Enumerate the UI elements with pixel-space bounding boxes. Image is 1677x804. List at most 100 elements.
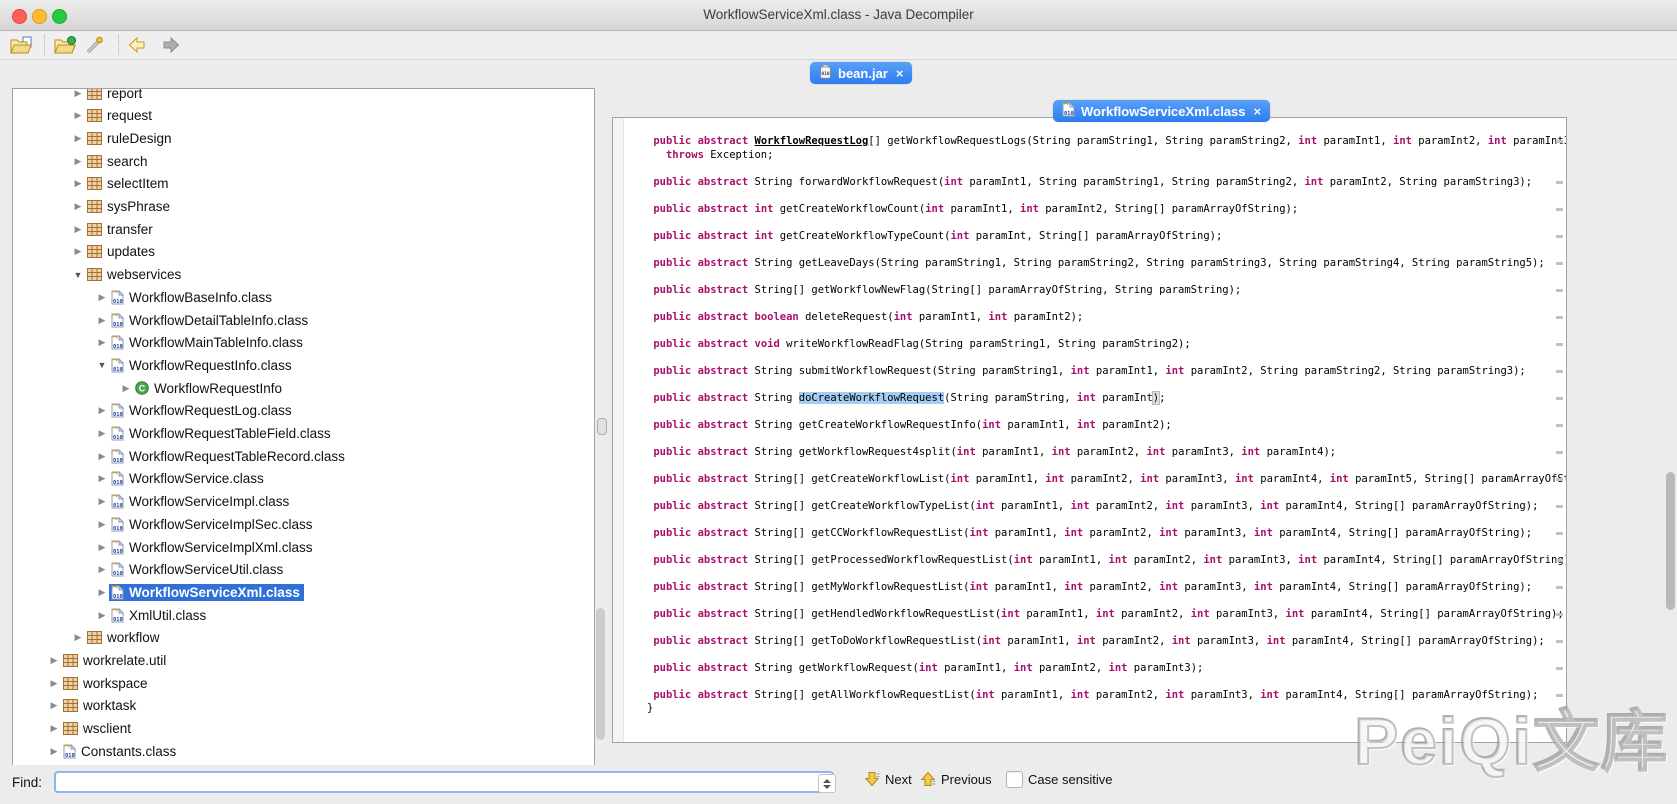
tree-item[interactable]: ▶010WorkflowRequestTableField.class [95, 423, 335, 445]
find-input[interactable] [54, 771, 834, 793]
chevron-right-icon[interactable]: ▶ [71, 224, 85, 235]
code-scrollbar[interactable] [596, 608, 605, 740]
tree-item[interactable]: ▶transfer [71, 218, 157, 240]
package-explorer[interactable]: ▶ report ▶request▶ruleDesign▶search▶select… [12, 88, 595, 767]
chevron-right-icon[interactable]: ▶ [47, 746, 61, 757]
package-icon [63, 722, 78, 735]
tree-item[interactable]: ▶workspace [47, 672, 152, 694]
tab-bean-jar[interactable]: 010 bean.jar × [810, 62, 912, 84]
tree-scrollbar[interactable] [1666, 472, 1675, 610]
tree-item[interactable]: ▶010WorkflowMainTableInfo.class [95, 332, 307, 354]
tree-item[interactable]: ▶010WorkflowServiceUtil.class [95, 559, 287, 581]
chevron-right-icon[interactable]: ▶ [47, 700, 61, 711]
tree-item[interactable]: ▶workflow [71, 627, 164, 649]
code-line [647, 621, 1567, 635]
chevron-right-icon[interactable]: ▶ [71, 156, 85, 167]
tree-item[interactable]: ▶010WorkflowServiceImpl.class [95, 491, 293, 513]
tree-item[interactable]: ▼ webservices [71, 264, 185, 286]
tree-item-label: webservices [107, 267, 181, 282]
code-line: public abstract String[] getAllWorkflowR… [647, 689, 1567, 703]
tree-item-label: report [107, 88, 142, 101]
splitter-handle[interactable] [597, 418, 607, 435]
code-line [647, 405, 1567, 419]
tree-item[interactable]: ▶worktask [47, 695, 140, 717]
chevron-right-icon[interactable]: ▶ [95, 451, 109, 462]
chevron-right-icon[interactable]: ▶ [71, 88, 85, 99]
tree-item[interactable]: ▶010Constants.class [47, 740, 180, 762]
chevron-right-icon[interactable]: ▶ [95, 564, 109, 575]
tree-item[interactable]: ▶010XmlUtil.class [95, 604, 210, 626]
chevron-right-icon[interactable]: ▶ [95, 337, 109, 348]
overview-ruler-mark [1556, 316, 1563, 319]
case-sensitive-option[interactable]: Case sensitive [1006, 771, 1113, 788]
tree-item[interactable]: ▶010WorkflowServiceImplSec.class [95, 513, 317, 535]
close-icon[interactable]: × [1254, 104, 1262, 119]
chevron-right-icon[interactable]: ▶ [95, 315, 109, 326]
chevron-right-icon[interactable]: ▶ [95, 292, 109, 303]
tree-item[interactable]: ▶010WorkflowServiceImplXml.class [95, 536, 317, 558]
tree-item[interactable]: ▶wsclient [47, 718, 135, 740]
tree-item[interactable]: ▶010WorkflowDetailTableInfo.class [95, 309, 312, 331]
chevron-right-icon[interactable]: ▶ [47, 655, 61, 666]
overview-ruler-mark [1556, 505, 1563, 508]
back-icon[interactable] [126, 34, 152, 56]
package-icon [63, 699, 78, 712]
tree-item[interactable]: ▶search [71, 150, 152, 172]
chevron-right-icon[interactable]: ▶ [71, 133, 85, 144]
chevron-right-icon[interactable]: ▶ [47, 723, 61, 734]
find-previous-button[interactable]: Previous [920, 771, 992, 787]
forward-icon[interactable] [156, 34, 182, 56]
chevron-right-icon[interactable]: ▶ [95, 610, 109, 621]
chevron-down-icon[interactable]: ▼ [71, 270, 85, 280]
tree-item-label: WorkflowDetailTableInfo.class [129, 313, 308, 328]
close-icon[interactable]: × [896, 66, 904, 81]
search-icon[interactable] [82, 34, 108, 56]
chevron-down-icon[interactable]: ▼ [95, 360, 109, 370]
chevron-right-icon[interactable]: ▶ [71, 110, 85, 121]
chevron-right-icon[interactable]: ▶ [119, 383, 133, 394]
tree-item-label: Constants.class [81, 744, 176, 759]
tab-label: WorkflowServiceXml.class [1081, 104, 1246, 119]
tree-item[interactable]: ▶workrelate.util [47, 650, 170, 672]
chevron-right-icon[interactable]: ▶ [95, 473, 109, 484]
tree-item[interactable]: ▶selectItem [71, 173, 173, 195]
class-file-icon: 010 [111, 358, 124, 373]
tree-item[interactable]: ▶010WorkflowServiceXml.class [95, 581, 304, 603]
chevron-right-icon[interactable]: ▶ [71, 246, 85, 257]
chevron-right-icon[interactable]: ▶ [95, 405, 109, 416]
tree-item[interactable]: ▶CWorkflowRequestInfo [119, 377, 286, 399]
chevron-right-icon[interactable]: ▶ [71, 632, 85, 643]
tree-item[interactable]: ▶sysPhrase [71, 196, 174, 218]
code-text[interactable]: public abstract WorkflowRequestLog[] get… [647, 135, 1567, 716]
overview-ruler-mark [1556, 667, 1563, 670]
tree-item[interactable]: ▶request [71, 105, 156, 127]
tree-item[interactable]: ▶010WorkflowRequestTableRecord.class [95, 445, 349, 467]
open-file-icon[interactable] [8, 34, 34, 56]
chevron-right-icon[interactable]: ▶ [95, 428, 109, 439]
tree-item[interactable]: ▶ report [71, 88, 146, 104]
combo-stepper-icon[interactable] [818, 774, 836, 793]
chevron-right-icon[interactable]: ▶ [95, 542, 109, 553]
case-sensitive-checkbox[interactable] [1006, 771, 1023, 788]
tree-item[interactable]: ▶ruleDesign [71, 127, 176, 149]
decompiled-source-view[interactable]: public abstract WorkflowRequestLog[] get… [612, 117, 1567, 743]
svg-text:010: 010 [113, 617, 123, 623]
tree-item[interactable]: ▶010WorkflowBaseInfo.class [95, 286, 276, 308]
chevron-right-icon[interactable]: ▶ [47, 678, 61, 689]
chevron-right-icon[interactable]: ▶ [95, 496, 109, 507]
package-icon [87, 88, 102, 100]
tree-item[interactable]: ▶010WorkflowRequestLog.class [95, 400, 296, 422]
tree-item[interactable]: ▶010WorkflowService.class [95, 468, 268, 490]
tree-item[interactable]: ▶updates [71, 241, 159, 263]
chevron-right-icon[interactable]: ▶ [95, 587, 109, 598]
find-next-button[interactable]: Next [864, 771, 912, 787]
tree-item[interactable]: ▼010WorkflowRequestInfo.class [95, 354, 296, 376]
chevron-right-icon[interactable]: ▶ [71, 201, 85, 212]
code-line: public abstract String getLeaveDays(Stri… [647, 257, 1567, 271]
code-line: public abstract String[] getHendledWorkf… [647, 608, 1567, 622]
svg-text:010: 010 [113, 549, 123, 555]
chevron-right-icon[interactable]: ▶ [95, 519, 109, 530]
tab-workflowservicexml[interactable]: 010 WorkflowServiceXml.class × [1053, 100, 1270, 122]
chevron-right-icon[interactable]: ▶ [71, 178, 85, 189]
open-type-icon[interactable] [52, 34, 78, 56]
